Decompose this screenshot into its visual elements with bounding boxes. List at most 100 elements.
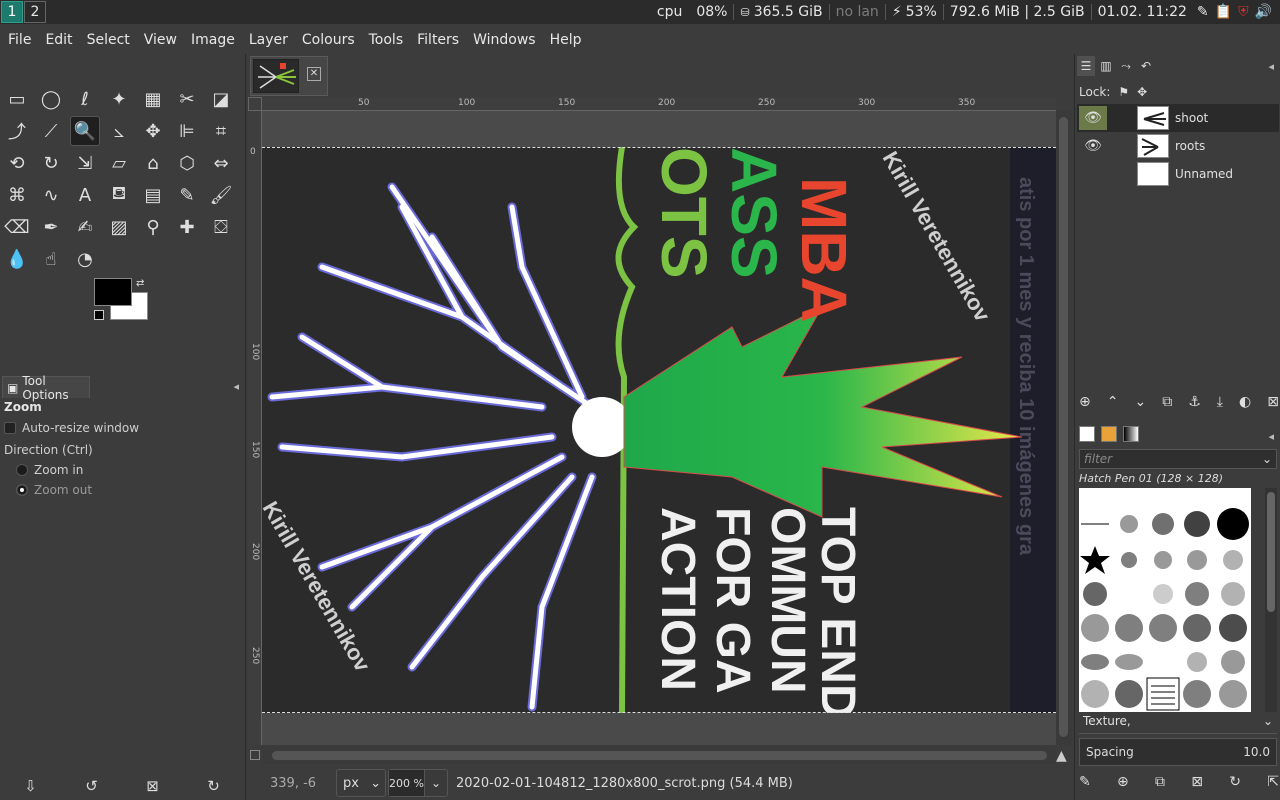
rotate-icon[interactable]: ↻ (36, 148, 66, 178)
menu-windows[interactable]: Windows (466, 32, 543, 48)
foreground-select-icon[interactable]: ◪ (206, 84, 236, 114)
horizontal-ruler[interactable]: 50 100 150 200 250 300 350 (262, 97, 1056, 111)
delete-brush-icon[interactable]: ⊠ (1191, 774, 1203, 790)
layers-tab-icon[interactable]: ☰ (1077, 56, 1095, 76)
canvas-area[interactable]: MBA ASS OTS Kirill Veretennikov Kirill V… (262, 111, 1056, 745)
restore-options-icon[interactable]: ↺ (85, 777, 98, 795)
new-brush-icon[interactable]: ⊕ (1117, 774, 1129, 790)
move-icon[interactable]: ✥ (138, 116, 168, 146)
brushes-tab-icon[interactable] (1079, 426, 1095, 442)
spacing-value[interactable]: 10.0 (1243, 745, 1270, 759)
heal-icon[interactable]: ✚ (172, 212, 202, 242)
save-options-icon[interactable]: ⇩ (24, 777, 37, 795)
rect-select-icon[interactable]: ▭ (2, 84, 32, 114)
close-image-icon[interactable]: ✕ (307, 67, 321, 81)
panel-menu-icon[interactable]: ◂ (1268, 430, 1274, 443)
delete-layer-icon[interactable]: ⊠ (1267, 394, 1279, 410)
zoom-out-option[interactable]: Zoom out (4, 480, 240, 500)
eraser-icon[interactable]: ⌫ (2, 212, 32, 242)
spacing-spinner[interactable]: Spacing 10.0 (1079, 738, 1277, 766)
zoom-out-radio[interactable] (16, 484, 28, 496)
eye-icon[interactable]: 👁 (1079, 134, 1107, 158)
layer-name[interactable]: Unnamed (1175, 167, 1233, 181)
color-picker-icon[interactable]: ⟋ (36, 116, 66, 146)
airbrush-icon[interactable]: ✒ (36, 212, 66, 242)
clipboard-tray-icon[interactable]: 📋 (1215, 4, 1232, 20)
open-as-image-icon[interactable]: ⇱ (1267, 774, 1279, 790)
layer-row[interactable]: Unnamed (1077, 160, 1279, 188)
anchor-layer-icon[interactable]: ⚓ (1188, 394, 1201, 410)
reset-colors-icon[interactable] (94, 310, 104, 320)
free-select-icon[interactable]: ℓ (70, 84, 100, 114)
navigate-icon[interactable]: ▲ (1056, 748, 1067, 764)
workspace-2-button[interactable]: 2 (24, 1, 46, 23)
align-icon[interactable]: ⊫ (172, 116, 202, 146)
ruler-corner[interactable] (248, 97, 262, 111)
edit-brush-icon[interactable]: ✎ (1079, 774, 1091, 790)
scale-icon[interactable]: ⇲ (70, 148, 100, 178)
quick-mask-toggle[interactable] (250, 750, 260, 760)
mypaint-brush-icon[interactable]: ▨ (104, 212, 134, 242)
crop-icon[interactable]: ⌗ (206, 116, 236, 146)
brush-scrollbar[interactable] (1265, 488, 1277, 712)
menu-filters[interactable]: Filters (410, 32, 466, 48)
unit-select[interactable]: px ⌄ (336, 769, 386, 797)
paths-tab-icon[interactable]: ⤳ (1117, 56, 1135, 76)
eye-icon[interactable]: 👁 (1079, 106, 1107, 130)
zoom-select[interactable]: 200 % ⌄ (388, 769, 448, 797)
layer-name[interactable]: roots (1175, 139, 1205, 153)
lock-pixels-icon[interactable]: ⚑ (1118, 85, 1129, 99)
perspective-icon[interactable]: ⬡ (172, 148, 202, 178)
lower-layer-icon[interactable]: ⌄ (1134, 394, 1146, 410)
menu-file[interactable]: File (1, 32, 38, 48)
menu-tools[interactable]: Tools (362, 32, 411, 48)
shield-tray-icon[interactable]: ⛨ (1238, 4, 1249, 20)
auto-resize-checkbox[interactable] (4, 422, 16, 434)
lock-position-icon[interactable]: ✥ (1137, 85, 1147, 99)
menu-layer[interactable]: Layer (242, 32, 295, 48)
duplicate-brush-icon[interactable]: ⧉ (1155, 774, 1165, 790)
scissors-icon[interactable]: ✂ (172, 84, 202, 114)
ellipse-select-icon[interactable]: ◯ (36, 84, 66, 114)
cage-transform-icon[interactable]: ⌘ (2, 180, 32, 210)
unified-transform-icon[interactable]: ⟲ (2, 148, 32, 178)
brush-grid[interactable] (1079, 488, 1251, 712)
merge-layer-icon[interactable]: ⤓ (1217, 394, 1223, 410)
swap-colors-icon[interactable]: ⇄ (136, 278, 144, 289)
menu-select[interactable]: Select (80, 32, 137, 48)
panel-menu-icon[interactable]: ◂ (1268, 60, 1274, 73)
layer-name[interactable]: shoot (1175, 111, 1208, 125)
color-select-icon[interactable]: ▦ (138, 84, 168, 114)
image-artwork[interactable]: MBA ASS OTS Kirill Veretennikov Kirill V… (262, 146, 1056, 719)
layer-row[interactable]: 👁 roots (1077, 132, 1279, 160)
menu-view[interactable]: View (137, 32, 184, 48)
eye-hidden-slot[interactable] (1079, 162, 1107, 186)
zoom-value[interactable]: 200 % (389, 770, 425, 796)
bucket-fill-icon[interactable]: ⛾ (104, 180, 134, 210)
channels-tab-icon[interactable]: ▥ (1097, 56, 1115, 76)
zoom-in-option[interactable]: Zoom in (4, 460, 240, 480)
menu-help[interactable]: Help (543, 32, 589, 48)
pen-tray-icon[interactable]: ✎ (1197, 4, 1209, 20)
warp-transform-icon[interactable]: ∿ (36, 180, 66, 210)
gradient-icon[interactable]: ▤ (138, 180, 168, 210)
clone-icon[interactable]: ⚲ (138, 212, 168, 242)
smudge-icon[interactable]: ☝ (36, 244, 66, 274)
panel-menu-icon[interactable]: ◂ (233, 380, 239, 393)
auto-resize-row[interactable]: Auto-resize window (4, 418, 240, 438)
paintbrush-icon[interactable]: 🖌 (206, 180, 236, 210)
text-icon[interactable]: A (70, 180, 100, 210)
blur-icon[interactable]: 💧 (2, 244, 32, 274)
undo-tab-icon[interactable]: ↶ (1137, 56, 1155, 76)
brush-tag-select[interactable]: Texture, ⌄ (1079, 714, 1277, 734)
duplicate-layer-icon[interactable]: ⧉ (1162, 394, 1172, 410)
brush-filter-input[interactable]: filter ⌄ (1079, 449, 1277, 469)
menu-colours[interactable]: Colours (295, 32, 362, 48)
perspective-clone-icon[interactable]: ⛋ (206, 212, 236, 242)
pencil-icon[interactable]: ✎ (172, 180, 202, 210)
measure-icon[interactable]: ⦣ (104, 116, 134, 146)
fuzzy-select-icon[interactable]: ✦ (104, 84, 134, 114)
workspace-1-button[interactable]: 1 (1, 1, 23, 23)
raise-layer-icon[interactable]: ⌃ (1107, 394, 1119, 410)
flip-icon[interactable]: ⇔ (206, 148, 236, 178)
